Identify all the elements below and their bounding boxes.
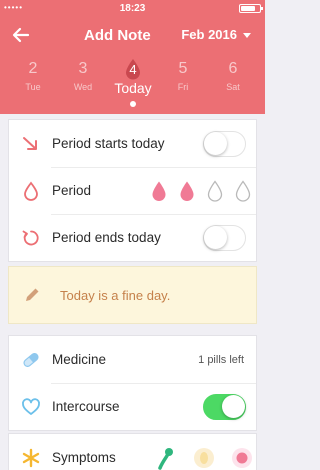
symptoms-row[interactable]: Symptoms xyxy=(9,434,256,470)
status-time: 18:23 xyxy=(119,3,146,14)
intercourse-row: Intercourse xyxy=(9,383,256,430)
nav-bar: Add Note Feb 2016 xyxy=(0,20,265,50)
refresh-icon xyxy=(22,230,39,246)
health-card: Medicine 1 pills left Intercourse xyxy=(8,335,257,431)
heart-icon xyxy=(22,398,40,415)
flow-drop-filled-icon[interactable] xyxy=(179,180,195,202)
day-strip: 2 Tue 3 Wed 4 Today 5 Fri 6 Sat xyxy=(8,58,258,108)
arrow-down-right-icon xyxy=(23,137,37,150)
day-number: 3 xyxy=(78,60,88,77)
period-ends-row: Period ends today xyxy=(9,214,256,261)
flow-drop-empty-icon[interactable] xyxy=(207,180,223,202)
period-starts-row: Period starts today xyxy=(9,120,256,167)
pill-icon xyxy=(23,353,39,367)
day-item[interactable]: 5 Fri xyxy=(158,58,208,108)
symptoms-card[interactable]: Symptoms xyxy=(8,433,257,470)
battery-icon xyxy=(239,4,263,13)
drop-icon xyxy=(24,181,38,201)
flow-drop-filled-icon[interactable] xyxy=(151,180,167,202)
day-number: 4 xyxy=(129,62,137,77)
flow-level-selector[interactable] xyxy=(151,180,251,202)
period-label: Period xyxy=(52,183,92,198)
day-item[interactable]: 6 Sat xyxy=(208,58,258,108)
period-flow-row: Period xyxy=(9,167,256,214)
period-starts-label: Period starts today xyxy=(52,136,165,151)
day-item[interactable]: 3 Wed xyxy=(58,58,108,108)
day-item[interactable]: 2 Tue xyxy=(8,58,58,108)
arrow-left-icon xyxy=(12,27,30,43)
period-ends-label: Period ends today xyxy=(52,230,161,245)
day-number: 6 xyxy=(228,60,238,77)
month-picker[interactable]: Feb 2016 xyxy=(181,27,251,42)
toggle-knob xyxy=(222,394,245,418)
symptom-icons xyxy=(154,446,254,470)
note-card[interactable]: Today is a fine day. xyxy=(8,266,257,324)
toggle-knob xyxy=(204,225,227,249)
intercourse-label: Intercourse xyxy=(52,399,120,414)
period-ends-toggle[interactable] xyxy=(203,224,246,251)
month-label: Feb 2016 xyxy=(181,27,237,42)
day-label: Sat xyxy=(226,82,240,92)
period-card: Period starts today Period Period ends t… xyxy=(8,119,257,262)
intercourse-toggle[interactable] xyxy=(203,393,246,420)
period-starts-toggle[interactable] xyxy=(203,130,246,157)
header: ••••• 18:23 Add Note Feb 2016 2 Tue 3 We… xyxy=(0,0,265,114)
toggle-knob xyxy=(204,131,227,155)
symptom-acne-icon xyxy=(154,446,178,470)
selected-day-indicator xyxy=(130,101,136,107)
day-label: Wed xyxy=(73,82,93,92)
day-number: 2 xyxy=(28,60,38,77)
note-text: Today is a fine day. xyxy=(60,288,171,303)
asterisk-icon xyxy=(22,448,40,468)
day-label: Today xyxy=(114,80,152,96)
symptom-pain-icon xyxy=(230,446,254,470)
day-item-today[interactable]: 4 Today xyxy=(108,58,158,108)
day-number: 5 xyxy=(178,60,188,77)
status-bar: ••••• 18:23 xyxy=(0,0,265,16)
page-title: Add Note xyxy=(84,27,151,44)
chevron-down-icon xyxy=(243,33,251,38)
pills-left-count: 1 pills left xyxy=(198,353,244,366)
medicine-label: Medicine xyxy=(52,352,107,367)
flow-drop-empty-icon[interactable] xyxy=(235,180,251,202)
day-label: Fri xyxy=(177,82,189,92)
medicine-row[interactable]: Medicine 1 pills left xyxy=(9,336,256,383)
pencil-icon xyxy=(26,288,39,301)
back-button[interactable] xyxy=(10,24,32,46)
day-label: Tue xyxy=(25,82,41,92)
symptoms-label: Symptoms xyxy=(52,450,116,465)
symptom-bloating-icon xyxy=(192,446,216,470)
